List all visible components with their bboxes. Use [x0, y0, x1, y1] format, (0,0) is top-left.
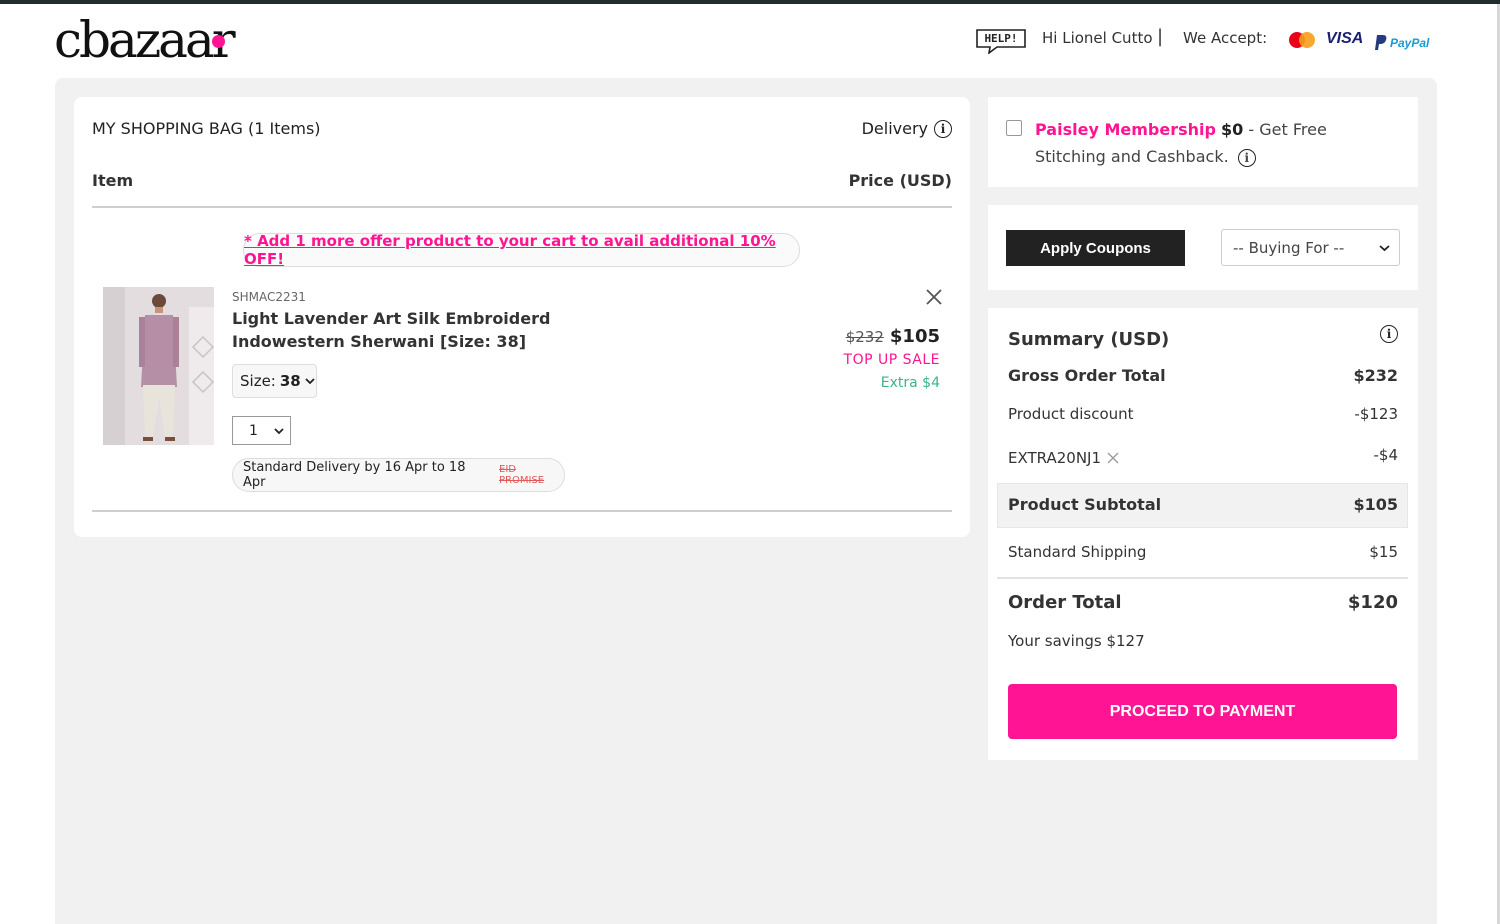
- header-separator: |: [1157, 26, 1164, 47]
- quantity-select[interactable]: 1: [232, 416, 291, 445]
- divider: [92, 510, 952, 512]
- we-accept-label: We Accept:: [1183, 29, 1268, 47]
- help-label: HELP!: [984, 32, 1017, 45]
- close-icon[interactable]: [925, 288, 943, 306]
- divider: [92, 206, 952, 208]
- subtotal-label: Product Subtotal: [1008, 495, 1162, 514]
- extra-discount: Extra $4: [880, 375, 940, 391]
- shopping-bag-card: MY SHOPPING BAG (1 Items) Delivery i Ite…: [74, 97, 970, 537]
- paypal-icon: [1375, 35, 1387, 50]
- quantity-value: 1: [249, 422, 258, 439]
- logo-dot: [212, 35, 225, 48]
- help-icon[interactable]: HELP!: [975, 28, 1027, 54]
- subtotal-value: $105: [1353, 495, 1398, 514]
- chevron-down-icon: [274, 427, 284, 434]
- discount-value: -$123: [1354, 405, 1398, 423]
- apply-coupons-button[interactable]: Apply Coupons: [1006, 230, 1185, 266]
- offer-link[interactable]: * Add 1 more offer product to your cart …: [243, 232, 800, 268]
- mastercard-icon: [1289, 32, 1315, 48]
- gross-total-value: $232: [1353, 366, 1398, 385]
- info-icon[interactable]: i: [1380, 325, 1398, 343]
- membership-price: $0: [1221, 120, 1244, 139]
- membership-name[interactable]: Paisley Membership: [1035, 120, 1216, 139]
- sale-price: $105: [889, 326, 940, 347]
- divider: [997, 577, 1408, 579]
- savings-text: Your savings $127: [1008, 632, 1145, 650]
- chevron-down-icon: [1379, 244, 1390, 251]
- subtotal-row: Product Subtotal $105: [1008, 495, 1398, 514]
- chevron-down-icon: [305, 378, 315, 385]
- remove-coupon-icon[interactable]: [1107, 452, 1119, 464]
- column-header-price: Price (USD): [848, 171, 952, 190]
- info-icon[interactable]: i: [1237, 148, 1256, 167]
- user-greeting[interactable]: Hi Lionel Cutto: [1042, 28, 1153, 48]
- membership-text: Paisley Membership $0 - Get Free Stitchi…: [1035, 116, 1395, 170]
- original-price: $232: [845, 328, 884, 346]
- delivery-estimate: Standard Delivery by 16 Apr to 18 Apr EI…: [232, 458, 565, 492]
- coupon-value: -$4: [1373, 446, 1399, 464]
- size-value: 38: [279, 372, 301, 390]
- site-header: cbazaar HELP! Hi Lionel Cutto | We Accep…: [0, 4, 1500, 78]
- product-sku: SHMAC2231: [232, 290, 306, 304]
- shipping-row: Standard Shipping $15: [1008, 543, 1398, 561]
- product-name[interactable]: Light Lavender Art Silk Embroiderd Indow…: [232, 307, 652, 353]
- proceed-to-payment-button[interactable]: PROCEED TO PAYMENT: [1008, 684, 1397, 739]
- paypal-label: PayPal: [1390, 36, 1430, 50]
- logo[interactable]: cbazaar: [54, 12, 236, 68]
- coupon-row: EXTRA20NJ1 -$4: [1008, 446, 1398, 467]
- bag-title: MY SHOPPING BAG (1 Items): [92, 119, 321, 138]
- order-summary-card: Summary (USD) i Gross Order Total $232 P…: [988, 308, 1418, 760]
- summary-title: Summary (USD): [1008, 329, 1170, 350]
- discount-label: Product discount: [1008, 405, 1134, 423]
- promise-tag: EID PROMISE: [499, 464, 545, 486]
- shipping-label: Standard Shipping: [1008, 543, 1147, 561]
- savings-row: Your savings $127: [1008, 632, 1398, 650]
- info-icon[interactable]: i: [934, 119, 952, 138]
- discount-row: Product discount -$123: [1008, 405, 1398, 423]
- shipping-value: $15: [1369, 543, 1398, 561]
- coupon-card: Apply Coupons -- Buying For --: [988, 205, 1418, 290]
- size-select[interactable]: Size: 38: [232, 364, 317, 398]
- sale-label: TOP UP SALE: [843, 352, 940, 368]
- order-total-value: $120: [1347, 592, 1398, 613]
- visa-icon: VISA: [1326, 30, 1364, 47]
- coupon-code: EXTRA20NJ1: [1008, 449, 1119, 467]
- size-label: Size:: [240, 372, 276, 390]
- gross-total-row: Gross Order Total $232: [1008, 366, 1398, 385]
- order-total-label: Order Total: [1008, 592, 1122, 613]
- order-total-row: Order Total $120: [1008, 592, 1398, 613]
- column-header-item: Item: [92, 171, 134, 190]
- membership-card: Paisley Membership $0 - Get Free Stitchi…: [988, 97, 1418, 187]
- price-row: $232 $105: [846, 326, 940, 347]
- product-image[interactable]: [103, 287, 214, 445]
- coupon-code-label: EXTRA20NJ1: [1008, 449, 1102, 467]
- gross-total-label: Gross Order Total: [1008, 366, 1166, 385]
- delivery-label: Delivery: [861, 119, 928, 138]
- buying-for-select[interactable]: -- Buying For --: [1221, 229, 1400, 266]
- delivery-text: Standard Delivery by 16 Apr to 18 Apr: [243, 460, 466, 490]
- buying-for-value: -- Buying For --: [1233, 238, 1345, 257]
- delivery-info[interactable]: Delivery i: [862, 119, 952, 138]
- membership-checkbox[interactable]: [1006, 120, 1022, 136]
